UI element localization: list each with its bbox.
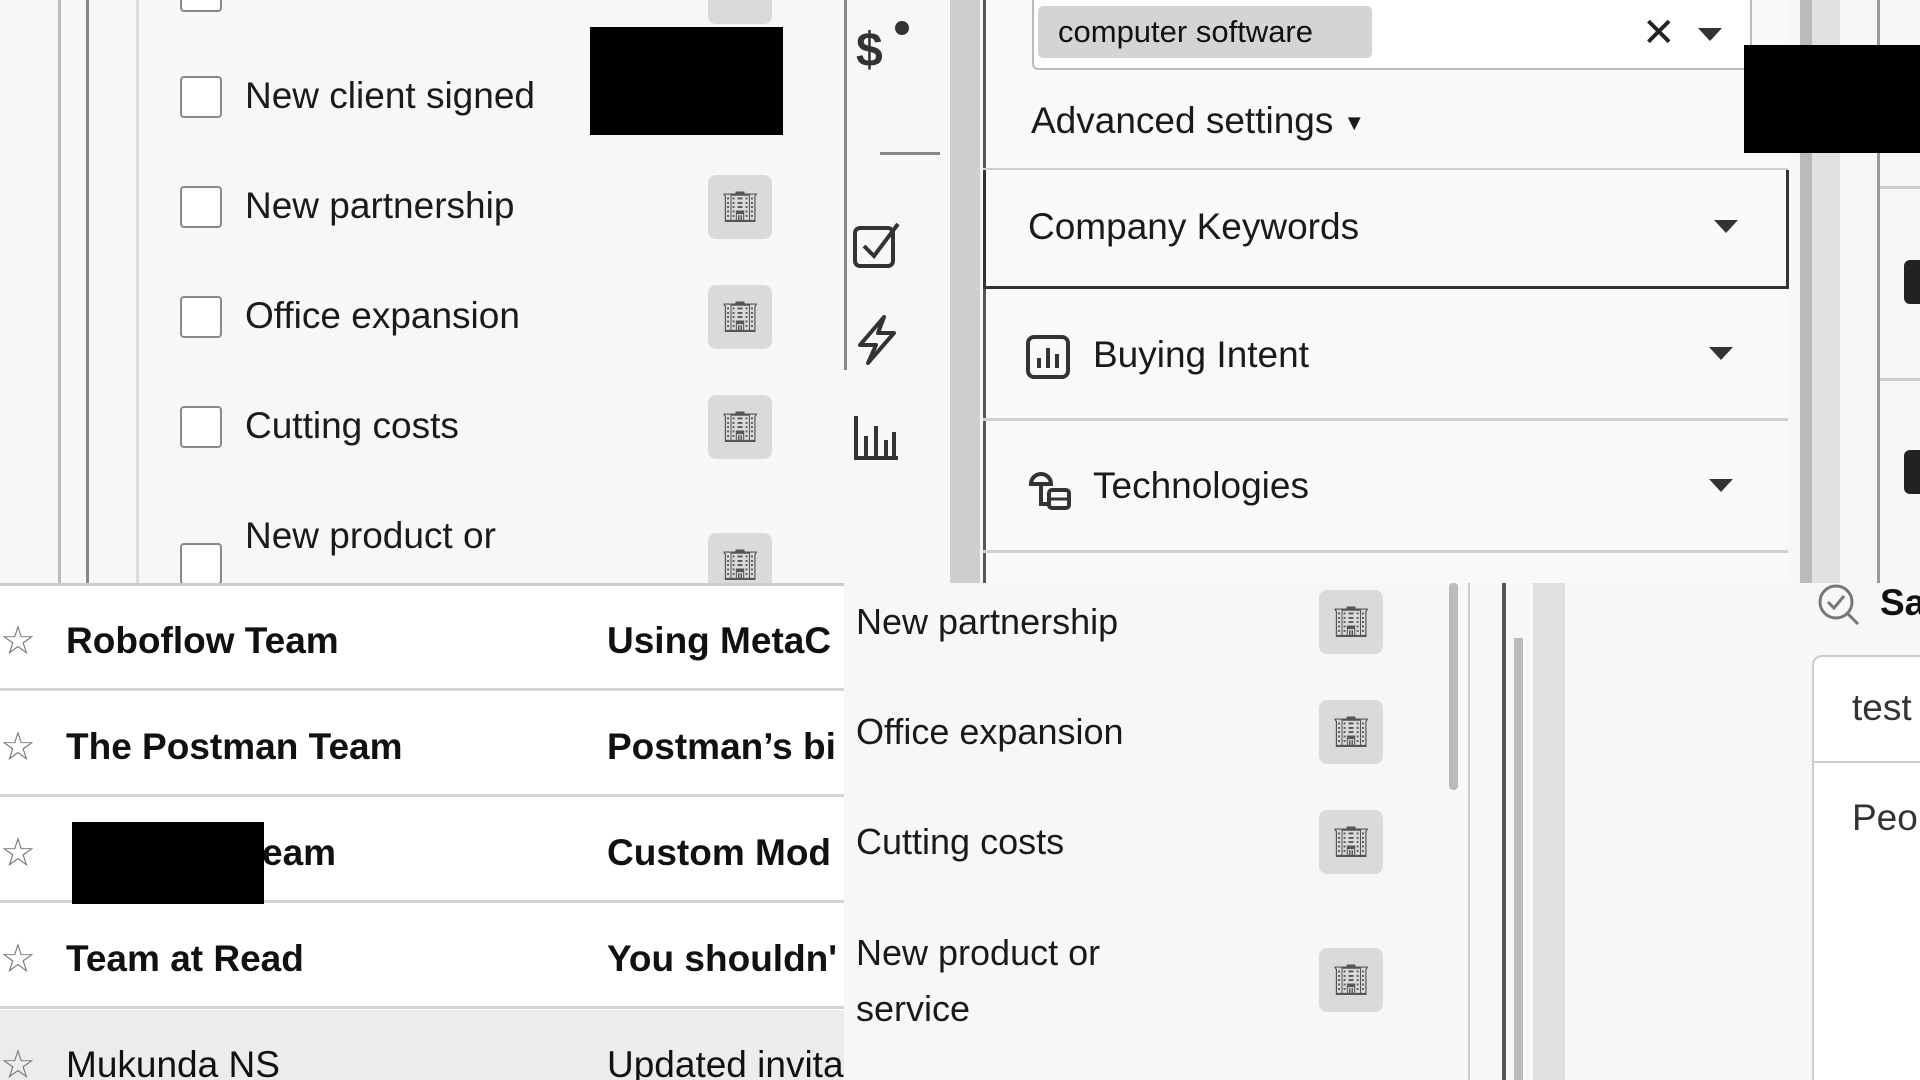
email-subject: Custom Mod	[607, 832, 832, 873]
divider	[983, 418, 1788, 421]
signal-label: New partnership	[856, 601, 1119, 642]
divider	[880, 152, 940, 155]
panel-edge	[1533, 583, 1565, 1080]
divider	[136, 0, 139, 583]
checkbox[interactable]	[1904, 260, 1920, 304]
signals-list-top: New client signed New partnership 🏢︎ Off…	[0, 0, 844, 583]
divider	[58, 0, 61, 583]
section-label: Buying Intent	[1093, 334, 1309, 375]
keyword-chip[interactable]: computer software	[1038, 6, 1372, 58]
checkbox-new-product[interactable]	[180, 543, 222, 583]
email-sender: Team at Read	[66, 938, 304, 979]
email-row[interactable]: ☆ Roboflow Team Using MetaC	[0, 586, 844, 691]
clear-icon[interactable]: ✕	[1642, 10, 1676, 56]
email-subject: Postman’s bi	[607, 726, 836, 767]
building-button[interactable]	[708, 0, 772, 24]
search-check-icon	[1818, 584, 1860, 626]
building-button[interactable]: 🏢︎	[708, 175, 772, 239]
bar-chart-icon	[1026, 335, 1070, 379]
chevron-down-icon[interactable]	[1698, 28, 1722, 41]
email-sender: eam	[262, 832, 337, 873]
email-sender: Roboflow Team	[66, 620, 339, 661]
signal-label: New product or	[245, 515, 496, 556]
search-label: Sa	[1880, 582, 1920, 623]
divider	[1502, 583, 1506, 1080]
chevron-down-icon[interactable]	[1709, 479, 1733, 492]
signal-label: Office expansion	[856, 711, 1124, 752]
advanced-settings-toggle[interactable]: Advanced settings ▼	[1031, 100, 1365, 142]
email-subject: You shouldn'	[607, 938, 838, 979]
checkbox-new-client-signed[interactable]	[180, 76, 222, 118]
divider	[983, 550, 1788, 553]
signal-label: Cutting costs	[245, 405, 459, 446]
building-button[interactable]: 🏢︎	[708, 285, 772, 349]
signal-label: Cutting costs	[856, 821, 1065, 862]
divider	[1468, 583, 1470, 1080]
signal-label: New partnership	[245, 185, 515, 226]
star-icon[interactable]: ☆	[0, 1042, 36, 1080]
checkbox-new-partnership[interactable]	[180, 186, 222, 228]
redacted-block	[1744, 45, 1920, 153]
checkbox-cutting-costs[interactable]	[180, 406, 222, 448]
divider	[86, 0, 89, 583]
building-icon: 🏢︎	[1331, 605, 1371, 639]
bolt-icon[interactable]	[852, 315, 902, 365]
checkbox-icon[interactable]	[852, 220, 902, 270]
test-input-value[interactable]: test	[1852, 687, 1912, 729]
signal-label: New client signed	[245, 75, 535, 116]
email-row[interactable]: ☆ Mukunda NS Updated invita	[0, 1010, 844, 1080]
divider	[1880, 378, 1920, 381]
email-subject: Using MetaC	[607, 620, 832, 661]
caret-down-icon: ▼	[1343, 110, 1366, 136]
checkbox[interactable]	[180, 0, 222, 12]
building-icon: 🏢︎	[720, 190, 760, 224]
star-icon[interactable]: ☆	[0, 830, 36, 876]
checkbox[interactable]	[1904, 450, 1920, 494]
section-label: Peo	[1852, 797, 1918, 838]
building-button[interactable]: 🏢︎	[1319, 700, 1383, 764]
star-icon[interactable]: ☆	[0, 618, 36, 664]
building-button[interactable]: 🏢︎	[708, 395, 772, 459]
signal-label: Office expansion	[245, 295, 520, 336]
chevron-down-icon[interactable]	[1709, 347, 1733, 360]
building-button[interactable]: 🏢︎	[708, 533, 772, 583]
section-label: Technologies	[1093, 465, 1309, 506]
bar-chart-icon[interactable]	[852, 412, 902, 462]
building-button[interactable]: 🏢︎	[1319, 810, 1383, 874]
section-label: Company Keywords	[1028, 206, 1360, 247]
building-button[interactable]: 🏢︎	[1319, 948, 1383, 1012]
redacted-block	[590, 27, 783, 135]
checkbox-office-expansion[interactable]	[180, 296, 222, 338]
building-icon: 🏢︎	[720, 410, 760, 444]
technologies-icon	[1028, 472, 1071, 510]
email-subject: Updated invita	[607, 1044, 844, 1080]
signal-label: New product or service	[856, 932, 1101, 1029]
divider	[1880, 186, 1920, 189]
star-icon[interactable]: ☆	[0, 936, 36, 982]
advanced-settings-label: Advanced settings	[1031, 100, 1334, 141]
email-row[interactable]: ☆ The Postman Team Postman’s bi	[0, 692, 844, 797]
email-row[interactable]: ☆ Team at Read You shouldn'	[0, 904, 844, 1009]
building-button[interactable]: 🏢︎	[1319, 590, 1383, 654]
email-sender: The Postman Team	[66, 726, 403, 767]
scrollbar[interactable]	[1514, 638, 1523, 1080]
building-icon: 🏢︎	[1331, 963, 1371, 997]
building-icon: 🏢︎	[1331, 715, 1371, 749]
chevron-down-icon[interactable]	[1714, 220, 1738, 233]
email-sender: Mukunda NS	[66, 1044, 280, 1080]
building-icon: 🏢︎	[720, 300, 760, 334]
dollar-icon[interactable]: $	[852, 18, 912, 78]
star-icon[interactable]: ☆	[0, 724, 36, 770]
email-row[interactable]: ☆ eam Custom Mod	[0, 798, 844, 930]
building-icon: 🏢︎	[720, 548, 760, 582]
svg-text:$: $	[856, 24, 883, 77]
inbox-list: ☆ Roboflow Team Using MetaC ☆ The Postma…	[0, 583, 844, 1080]
scrollbar[interactable]	[950, 0, 980, 583]
divider	[844, 0, 847, 370]
scrollbar-thumb[interactable]	[1449, 583, 1458, 790]
building-icon: 🏢︎	[1331, 825, 1371, 859]
divider	[1812, 761, 1920, 763]
